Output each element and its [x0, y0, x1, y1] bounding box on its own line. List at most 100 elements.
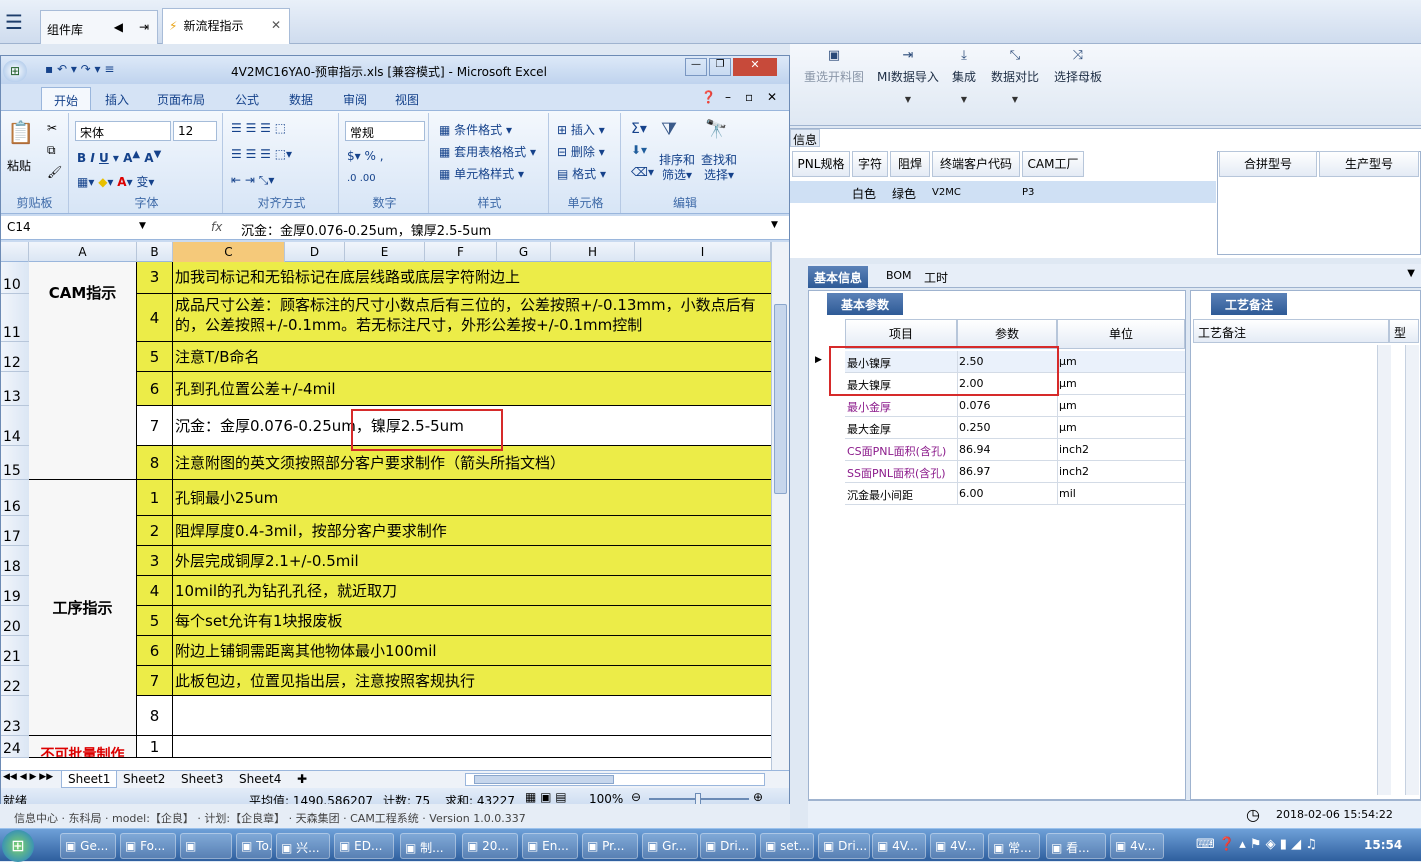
param-value[interactable]: 6.00 — [959, 487, 984, 500]
cut-icon[interactable]: ✂ — [47, 121, 57, 135]
integrate-button[interactable]: ⤓ 集成 ▼ — [952, 48, 976, 104]
find-select-icon[interactable]: 🔭 — [705, 119, 727, 140]
taskbar-item[interactable]: ▣ Dri... — [818, 833, 870, 859]
taskbar-item[interactable]: ▣ 制... — [400, 833, 456, 859]
cell-index[interactable]: 7 — [137, 406, 173, 446]
tab-insert[interactable]: 插入 — [93, 87, 141, 110]
col-header-pnl[interactable]: PNL规格 — [792, 151, 850, 177]
scroll-thumb[interactable] — [774, 304, 787, 494]
sheet-tab-3[interactable]: Sheet3 — [177, 772, 227, 786]
taskbar-item[interactable]: ▣ Pr... — [582, 833, 638, 859]
start-button[interactable]: ⊞ — [2, 830, 34, 862]
col-header-c[interactable]: C — [173, 242, 285, 262]
cell-index[interactable]: 3 — [137, 546, 173, 576]
copy-icon[interactable]: ⧉ — [47, 143, 56, 158]
param-value[interactable]: 0.076 — [959, 399, 991, 412]
minimize-icon[interactable]: – — [725, 90, 731, 104]
row-header[interactable]: 24 — [1, 736, 29, 758]
horizontal-scrollbar[interactable] — [465, 773, 765, 786]
formula-input[interactable]: 沉金：金厚0.076-0.25um，镍厚2.5-5um — [241, 220, 491, 239]
category-cam[interactable]: CAM指示 — [29, 262, 137, 480]
row-header[interactable]: 23 — [1, 696, 29, 736]
expand-icon[interactable]: ▼ — [771, 220, 778, 230]
paste-button[interactable]: 粘贴 — [7, 157, 31, 174]
cell-index[interactable]: 4 — [137, 294, 173, 342]
cell-index[interactable]: 3 — [137, 262, 173, 294]
row-header[interactable]: 19 — [1, 576, 29, 606]
taskbar-item[interactable]: ▣ ED... — [334, 833, 394, 859]
col-header-a[interactable]: A — [29, 242, 137, 262]
col-header-d[interactable]: D — [285, 242, 345, 262]
cell-index[interactable]: 5 — [137, 606, 173, 636]
taskbar-item[interactable]: ▣ 兴... — [276, 833, 330, 859]
cell-index[interactable]: 8 — [137, 446, 173, 480]
param-value[interactable]: 0.250 — [959, 421, 991, 434]
clear-icon[interactable]: ⌫▾ — [631, 165, 654, 185]
taskbar-item[interactable]: ▣ Fo... — [120, 833, 176, 859]
param-row[interactable]: 最大金厚 0.250 μm — [845, 417, 1185, 439]
taskbar-item[interactable]: ▣ 4V... — [872, 833, 926, 859]
param-row[interactable]: 沉金最小间距 6.00 mil — [845, 483, 1185, 505]
category-no-batch[interactable]: 不可批量制作 — [29, 736, 137, 758]
restore-icon[interactable]: ❐ — [709, 58, 731, 76]
align-horizontal-buttons[interactable]: ☰ ☰ ☰ ⬚▾ — [231, 147, 292, 167]
sheet-tab-4[interactable]: Sheet4 — [235, 772, 285, 786]
cell-instruction[interactable]: 成品尺寸公差：顾客标注的尺寸小数点后有三位的，公差按照+/-0.13mm，小数点… — [173, 294, 771, 342]
tab-bom[interactable]: BOM — [880, 266, 918, 288]
dropdown-arrow-icon[interactable]: ▼ — [1407, 268, 1415, 279]
taskbar-item[interactable]: ▣ To... — [236, 833, 272, 859]
param-row[interactable]: 最小金厚 0.076 μm — [845, 395, 1185, 417]
cell-index[interactable]: 1 — [137, 736, 173, 758]
border-fill-color-buttons[interactable]: ▦▾ ◆▾ A▾ 变▾ — [77, 173, 154, 193]
taskbar-item[interactable]: ▣ 看... — [1046, 833, 1106, 859]
paste-icon[interactable]: 📋 — [7, 121, 34, 146]
insert-sheet-icon[interactable]: ✚ — [297, 772, 307, 786]
cell-instruction[interactable]: 此板包边，位置见指出层，注意按照客规执行 — [173, 666, 771, 696]
bold-button[interactable]: B I U ▾ A▲ A▼ — [77, 149, 161, 169]
row-header[interactable]: 11 — [1, 294, 29, 342]
col-header-i[interactable]: I — [635, 242, 771, 262]
zoom-slider[interactable] — [649, 793, 749, 805]
sheet-nav-icons[interactable]: ◀◀ ◀ ▶ ▶▶ — [3, 772, 53, 782]
tab-home[interactable]: 开始 — [41, 87, 92, 110]
autosum-icon[interactable]: Σ▾ — [631, 121, 647, 141]
tab-data[interactable]: 数据 — [277, 87, 325, 110]
tab-component-library[interactable]: 组件库 ◀ ⇥ — [40, 10, 158, 44]
format-painter-icon[interactable]: 🖌 — [47, 165, 62, 179]
scrollbar[interactable] — [1405, 345, 1419, 795]
sheet-tab-2[interactable]: Sheet2 — [119, 772, 169, 786]
col-header-item[interactable]: 项目 — [845, 319, 957, 349]
close-icon[interactable]: ✕ — [767, 90, 777, 104]
col-header-cam-factory[interactable]: CAM工厂 — [1022, 151, 1084, 177]
tab-basic-info[interactable]: 基本信息 — [808, 266, 869, 288]
taskbar-item[interactable]: ▣ set... — [760, 833, 814, 859]
row-header[interactable]: 15 — [1, 446, 29, 480]
scroll-thumb[interactable] — [474, 775, 614, 784]
clock[interactable]: 15:54 — [1364, 838, 1402, 852]
close-icon[interactable]: ✕ — [733, 58, 777, 76]
row-header[interactable]: 16 — [1, 480, 29, 516]
quick-access-icons[interactable]: ▪ ↶ ▾ ↷ ▾ ≡ — [45, 62, 114, 76]
cell-index[interactable]: 6 — [137, 372, 173, 406]
param-row[interactable]: CS面PNL面积(含孔) 86.94 inch2 — [845, 439, 1185, 461]
cell-instruction[interactable]: 阻焊厚度0.4-3mil，按部分客户要求制作 — [173, 516, 771, 546]
cell-instruction[interactable]: 注意T/B命名 — [173, 342, 771, 372]
col-header-production-model[interactable]: 生产型号 — [1319, 151, 1419, 177]
col-header-h[interactable]: H — [551, 242, 635, 262]
data-compare-button[interactable]: ⤡ 数据对比 ▼ — [991, 48, 1039, 104]
tab-formulas[interactable]: 公式 — [223, 87, 271, 110]
category-process[interactable]: 工序指示 — [29, 480, 137, 736]
currency-percent-buttons[interactable]: $▾ % , — [347, 149, 384, 169]
taskbar-item[interactable]: ▣ 20... — [462, 833, 518, 859]
vertical-scrollbar[interactable] — [771, 242, 789, 770]
cell-index[interactable]: 5 — [137, 342, 173, 372]
tab-view[interactable]: 视图 — [383, 87, 431, 110]
col-header-merge-model[interactable]: 合拼型号 — [1219, 151, 1317, 177]
cell-index[interactable]: 1 — [137, 480, 173, 516]
name-box[interactable]: C14 — [3, 218, 151, 238]
tab-new-flow[interactable]: ⚡ 新流程指示 ✕ — [162, 8, 290, 44]
select-mother-board-button[interactable]: ⤨ 选择母板 — [1054, 48, 1102, 85]
cell-index[interactable]: 8 — [137, 696, 173, 736]
col-header-e[interactable]: E — [345, 242, 425, 262]
col-header-f[interactable]: F — [425, 242, 497, 262]
